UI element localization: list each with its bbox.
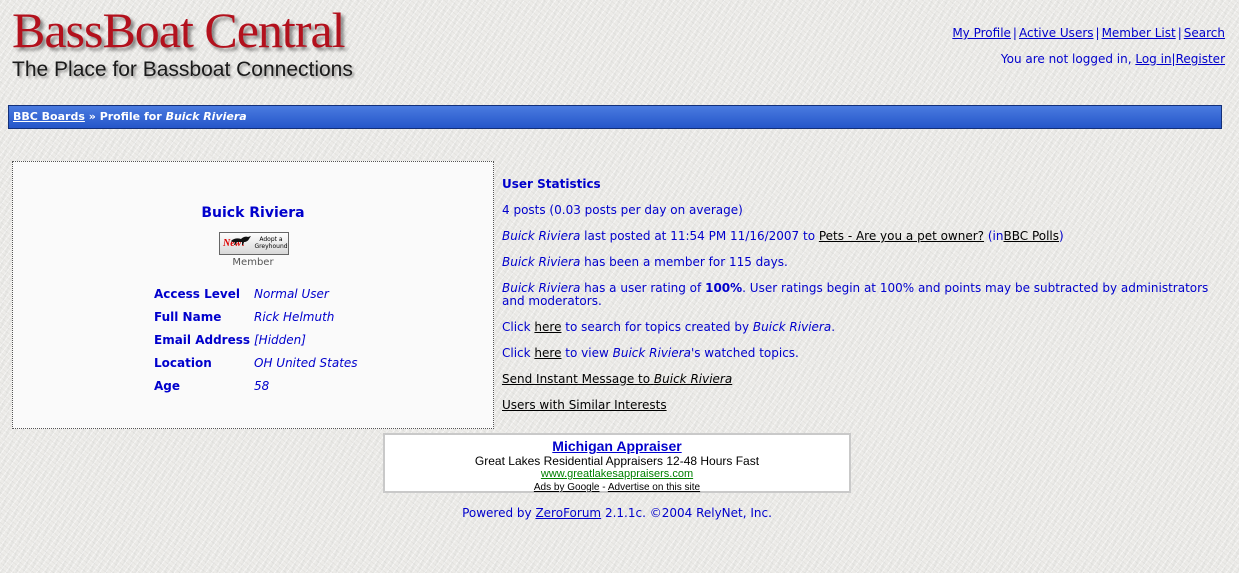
advertise-link[interactable]: Advertise on this site bbox=[608, 482, 700, 493]
active-users-link[interactable]: Active Users bbox=[1019, 26, 1094, 40]
profile-name: Buick Riviera bbox=[201, 205, 305, 221]
age-label: Age bbox=[154, 379, 181, 393]
search-topics-link[interactable]: here bbox=[534, 320, 561, 334]
email-label: Email Address bbox=[154, 333, 251, 347]
member-rank: Member bbox=[232, 257, 274, 268]
member-list-link[interactable]: Member List bbox=[1102, 26, 1176, 40]
last-posted: Buick Riviera last posted at 11:54 PM 11… bbox=[502, 229, 1064, 243]
access-level-value: Normal User bbox=[254, 287, 329, 301]
breadcrumb-home-link[interactable]: BBC Boards bbox=[13, 110, 85, 123]
age-value: 58 bbox=[254, 379, 270, 393]
search-topics: Click here to search for topics created … bbox=[502, 320, 836, 334]
stats-title: User Statistics bbox=[502, 177, 601, 191]
send-im: Send Instant Message to Buick Riviera bbox=[502, 373, 1214, 386]
adopt-greyhound-badge[interactable]: New! Adopt a Greyhound bbox=[219, 232, 289, 255]
login-status-text: You are not logged in, bbox=[1000, 52, 1132, 66]
badge-caption: Adopt a Greyhound bbox=[254, 236, 288, 250]
breadcrumb-prefix: Profile for bbox=[99, 110, 162, 123]
register-link[interactable]: Register bbox=[1176, 52, 1225, 66]
full-name-value: Rick Helmuth bbox=[254, 310, 335, 324]
send-instant-message-link[interactable]: Send Instant Message to Buick Riviera bbox=[502, 372, 732, 386]
ads-by-google-link[interactable]: Ads by Google bbox=[534, 482, 600, 493]
breadcrumb-user: Buick Riviera bbox=[165, 110, 247, 123]
watched-topics: Click here to view Buick Riviera's watch… bbox=[502, 346, 799, 360]
breadcrumb: BBC Boards » Profile for Buick Riviera bbox=[8, 105, 1222, 129]
user-rating: Buick Riviera has a user rating of 100%.… bbox=[502, 281, 1209, 308]
site-logo[interactable]: BassBoat Central The Place for Bassboat … bbox=[10, 2, 360, 92]
access-level-label: Access Level bbox=[154, 287, 240, 301]
ad-footer: Ads by Google - Advertise on this site bbox=[533, 482, 701, 493]
logo-tagline: The Place for Bassboat Connections bbox=[12, 58, 353, 81]
full-name-label: Full Name bbox=[154, 310, 222, 324]
member-duration: Buick Riviera has been a member for 115 … bbox=[502, 255, 788, 269]
forum-link[interactable]: BBC Polls bbox=[1004, 229, 1060, 243]
log-in-link[interactable]: Log in bbox=[1135, 52, 1171, 66]
google-ad: Michigan Appraiser Great Lakes Residenti… bbox=[383, 433, 851, 493]
last-topic-link[interactable]: Pets - Are you a pet owner? bbox=[819, 229, 984, 243]
profile-panel: Buick Riviera New! Adopt a Greyhound Mem… bbox=[12, 161, 494, 429]
similar-interests: Users with Similar Interests bbox=[502, 399, 1214, 412]
page-footer: Powered by ZeroForum 2.1.1c. ©2004 RelyN… bbox=[462, 506, 772, 520]
breadcrumb-separator: » bbox=[88, 110, 96, 123]
similar-interests-link[interactable]: Users with Similar Interests bbox=[502, 398, 667, 412]
ad-description: Great Lakes Residential Appraisers 12-48… bbox=[474, 454, 760, 468]
watched-topics-link[interactable]: here bbox=[534, 346, 561, 360]
post-count: 4 posts (0.03 posts per day on average) bbox=[502, 203, 743, 217]
rating-value: 100% bbox=[705, 281, 743, 295]
location-value: OH United States bbox=[254, 356, 358, 370]
top-navigation: My Profile | Active Users | Member List | Sear… bbox=[952, 26, 1225, 40]
ad-url-link[interactable]: www.greatlakesappraisers.com bbox=[385, 468, 849, 480]
my-profile-link[interactable]: My Profile bbox=[952, 26, 1011, 40]
stats-user: Buick Riviera bbox=[502, 229, 581, 243]
location-label: Location bbox=[154, 356, 212, 370]
search-link[interactable]: Search bbox=[1184, 26, 1225, 40]
ad-title-link[interactable]: Michigan Appraiser bbox=[385, 438, 849, 454]
login-status: You are not logged in, Log in|Register bbox=[1000, 52, 1225, 66]
user-statistics: User Statistics 4 posts (0.03 posts per … bbox=[502, 178, 1214, 425]
email-value: [Hidden] bbox=[254, 333, 306, 347]
logo-title: BassBoat Central bbox=[12, 2, 346, 58]
zeroforum-link[interactable]: ZeroForum bbox=[535, 506, 601, 520]
greyhound-icon bbox=[231, 236, 251, 245]
